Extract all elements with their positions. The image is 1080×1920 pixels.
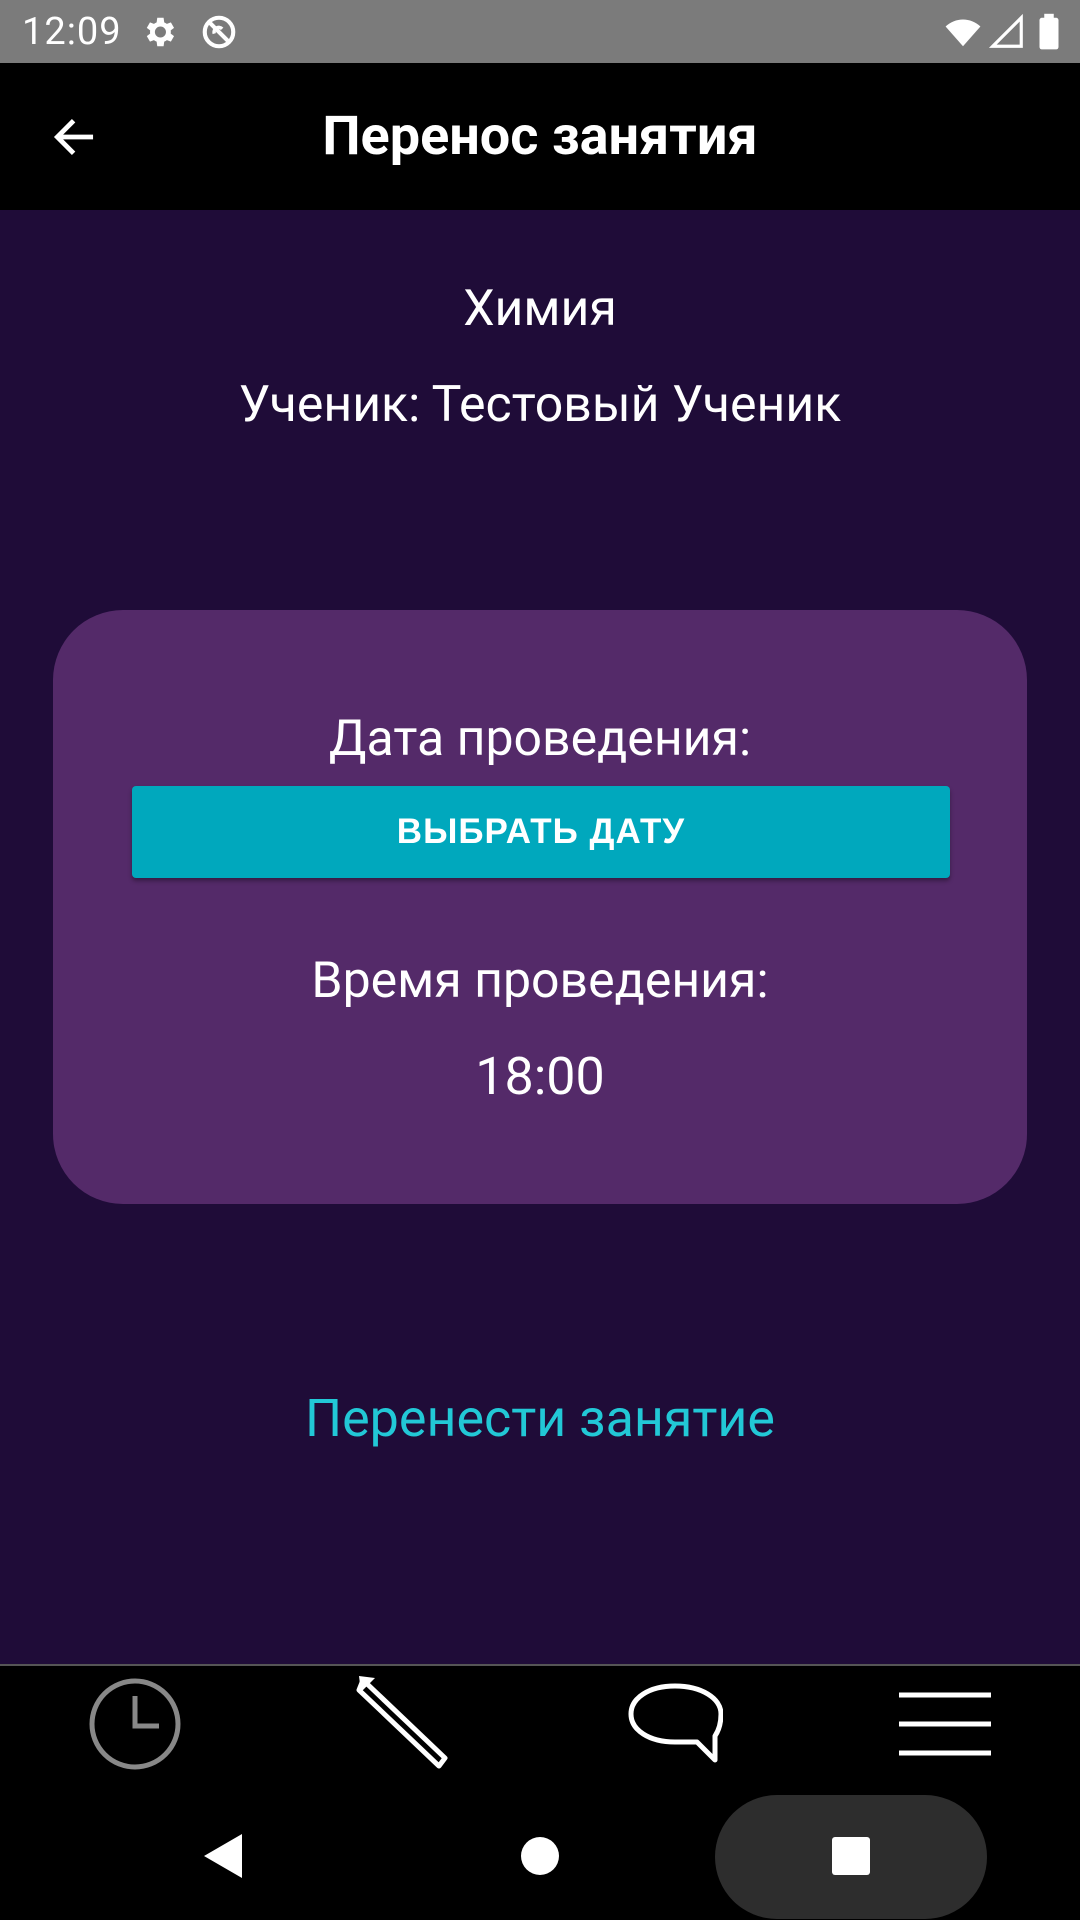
wifi-icon <box>944 13 982 51</box>
square-recents-icon <box>832 1837 870 1875</box>
choose-date-button[interactable]: ВЫБРАТЬ ДАТУ <box>132 786 950 878</box>
back-button[interactable] <box>40 103 108 171</box>
recents-nav-button[interactable] <box>830 1835 872 1881</box>
nav-menu[interactable] <box>810 1666 1080 1782</box>
lesson-subject: Химия <box>463 280 617 338</box>
bottom-nav <box>0 1664 1080 1782</box>
date-label: Дата проведения: <box>328 710 752 768</box>
app-bar: Перенос занятия <box>0 63 1080 210</box>
nav-homework[interactable] <box>270 1666 540 1782</box>
back-nav-button[interactable] <box>202 1832 246 1884</box>
reschedule-button[interactable]: Перенести занятие <box>0 1388 1080 1449</box>
student-name: Ученик: Тестовый Ученик <box>238 376 842 434</box>
signal-icon <box>988 13 1026 51</box>
clock-icon <box>89 1678 181 1770</box>
nav-schedule[interactable] <box>0 1666 270 1782</box>
circle-home-icon <box>521 1837 559 1875</box>
battery-icon <box>1036 13 1062 51</box>
status-time: 12:09 <box>22 10 122 54</box>
home-nav-button[interactable] <box>519 1835 561 1881</box>
triangle-back-icon <box>204 1834 242 1878</box>
time-value[interactable]: 18:00 <box>53 1046 1027 1107</box>
time-label: Время проведения: <box>311 952 769 1010</box>
page-title: Перенос занятия <box>322 105 758 168</box>
chat-icon <box>628 1683 723 1763</box>
menu-icon <box>899 1692 991 1756</box>
nav-chat[interactable] <box>540 1666 810 1782</box>
no-sync-icon <box>200 13 238 51</box>
arrow-left-icon <box>53 119 94 155</box>
schedule-card: Дата проведения: ВЫБРАТЬ ДАТУ Время пров… <box>53 610 1027 1204</box>
status-bar: 12:09 <box>0 0 1080 63</box>
settings-icon <box>140 13 178 51</box>
system-nav-bar <box>0 1780 1080 1920</box>
pencil-icon <box>356 1676 448 1769</box>
